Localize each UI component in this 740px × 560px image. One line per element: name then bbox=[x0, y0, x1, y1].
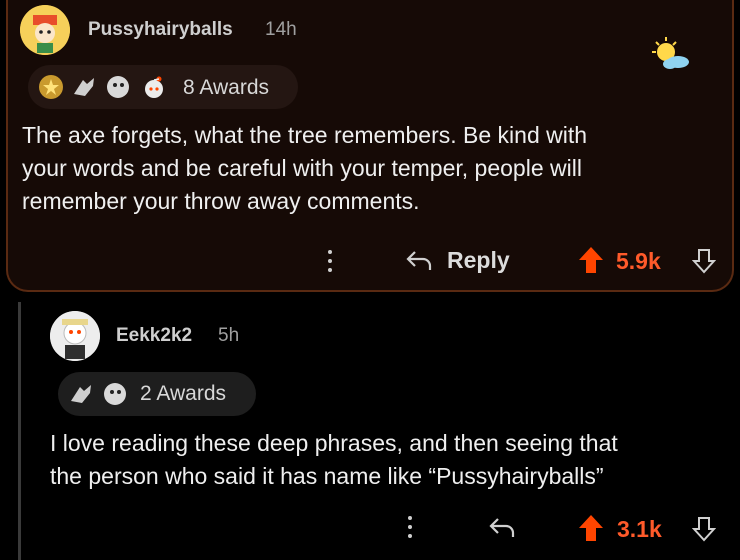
timestamp: 5h bbox=[218, 325, 240, 346]
more-options-icon[interactable] bbox=[408, 516, 412, 543]
weather-sun-icon bbox=[646, 34, 694, 74]
wholesome-award-icon bbox=[105, 74, 131, 100]
timestamp: 14h bbox=[265, 19, 297, 40]
comment-body: The axe forgets, what the tree remembers… bbox=[22, 119, 587, 218]
hug-award-icon bbox=[71, 74, 97, 100]
comment-body: I love reading these deep phrases, and t… bbox=[50, 427, 618, 493]
upvote-icon[interactable] bbox=[578, 514, 604, 542]
comment-line: your words and be careful with your temp… bbox=[22, 155, 582, 181]
avatar[interactable] bbox=[20, 5, 70, 55]
downvote-icon[interactable] bbox=[691, 248, 717, 274]
snoo-award-icon bbox=[141, 74, 167, 100]
hug-award-icon bbox=[68, 381, 94, 407]
awards-count: 2 Awards bbox=[140, 382, 226, 405]
comment-line: I love reading these deep phrases, and t… bbox=[50, 430, 618, 456]
username[interactable]: Pussyhairyballs bbox=[88, 19, 233, 41]
avatar[interactable] bbox=[50, 311, 100, 361]
wholesome-award-icon bbox=[102, 381, 128, 407]
username[interactable]: Eekk2k2 bbox=[116, 325, 192, 347]
awards-count: 8 Awards bbox=[183, 76, 269, 99]
thread-line[interactable] bbox=[18, 302, 21, 560]
comment-line: the person who said it has name like “Pu… bbox=[50, 463, 604, 489]
comment-line: The axe forgets, what the tree remembers… bbox=[22, 122, 588, 148]
comment-line: remember your throw away comments. bbox=[22, 188, 420, 214]
reply-button[interactable]: Reply bbox=[447, 247, 510, 274]
vote-count: 3.1k bbox=[617, 516, 662, 542]
vote-count: 5.9k bbox=[616, 248, 661, 274]
upvote-icon[interactable] bbox=[578, 246, 604, 274]
downvote-icon[interactable] bbox=[691, 516, 717, 542]
reply-icon[interactable] bbox=[405, 249, 433, 273]
reply-icon[interactable] bbox=[488, 516, 516, 540]
more-options-icon[interactable] bbox=[328, 250, 332, 277]
silver-award-icon bbox=[38, 74, 64, 100]
